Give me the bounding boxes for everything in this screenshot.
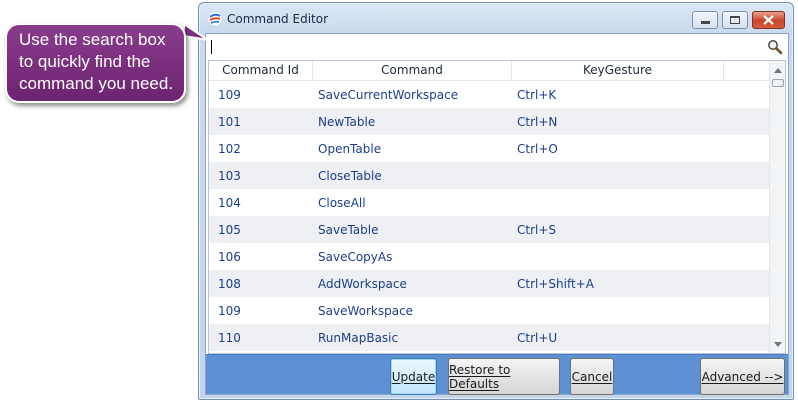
maximize-icon — [730, 16, 740, 24]
table-row[interactable]: 102 OpenTable Ctrl+O — [209, 135, 769, 162]
command-name-cell: AddWorkspace — [318, 276, 407, 291]
table-row[interactable]: 103 CloseTable — [209, 162, 769, 189]
table-row[interactable]: 101 NewTable Ctrl+N — [209, 108, 769, 135]
column-header-keygesture[interactable]: KeyGesture — [512, 61, 724, 81]
cancel-button[interactable]: Cancel — [570, 358, 614, 395]
command-name-cell: SaveTable — [318, 222, 379, 237]
update-button-label: Update — [391, 369, 436, 384]
command-name-cell: SaveWorkspace — [318, 303, 414, 318]
key-gesture-cell[interactable]: Ctrl+U — [512, 331, 724, 345]
command-id-cell: 103 — [218, 168, 241, 183]
command-id-cell: 110 — [218, 330, 241, 345]
table-row[interactable]: 105 SaveTable Ctrl+S — [209, 216, 769, 243]
commands-table: Command Id Command KeyGesture 109 SaveCu… — [208, 60, 786, 354]
command-id-cell: 106 — [218, 249, 241, 264]
key-gesture-cell[interactable]: Ctrl+K — [512, 88, 724, 102]
command-name-cell: SaveCurrentWorkspace — [318, 87, 459, 102]
callout-pointer — [184, 23, 209, 41]
command-id-cell: 109 — [218, 87, 241, 102]
table-row[interactable]: 106 SaveCopyAs — [209, 243, 769, 270]
command-id-cell: 108 — [218, 276, 241, 291]
command-editor-window: Command Editor Command Id Command KeyGes… — [198, 2, 794, 400]
advanced-button[interactable]: Advanced --> — [700, 358, 785, 395]
minimize-button[interactable] — [692, 11, 718, 29]
column-header-command-id[interactable]: Command Id — [209, 61, 313, 81]
table-row[interactable]: 110 RunMapBasic Ctrl+U — [209, 324, 769, 351]
table-row[interactable]: 109 SaveCurrentWorkspace Ctrl+K — [209, 81, 769, 108]
close-icon — [763, 15, 774, 25]
cancel-button-label: Cancel — [571, 369, 613, 384]
key-gesture-cell[interactable]: Ctrl+O — [512, 142, 724, 156]
close-button[interactable] — [752, 11, 785, 29]
command-name-cell: SaveCopyAs — [318, 249, 393, 264]
command-id-cell: 101 — [218, 114, 241, 129]
maximize-button[interactable] — [722, 11, 748, 29]
restore-defaults-button-label: Restore to Defaults — [449, 362, 511, 391]
scroll-down-arrow-icon[interactable] — [774, 342, 782, 347]
command-name-cell: NewTable — [318, 114, 376, 129]
scroll-up-arrow-icon[interactable] — [774, 68, 782, 73]
table-header: Command Id Command KeyGesture — [209, 61, 769, 81]
scrollbar-thumb[interactable] — [772, 79, 784, 87]
table-row[interactable]: 104 CloseAll — [209, 189, 769, 216]
vertical-scrollbar[interactable] — [769, 61, 785, 353]
column-header-command[interactable]: Command — [313, 61, 512, 81]
command-name-cell: RunMapBasic — [318, 330, 399, 345]
callout-text-line: Use the search box — [19, 30, 166, 49]
command-id-cell: 109 — [218, 303, 241, 318]
table-row[interactable]: 108 AddWorkspace Ctrl+Shift+A — [209, 270, 769, 297]
command-name-cell: CloseAll — [318, 195, 366, 210]
command-id-cell: 104 — [218, 195, 241, 210]
button-bar: Update Restore to Defaults Cancel Advanc… — [206, 354, 788, 395]
callout-text-line: command you need. — [19, 74, 174, 93]
key-gesture-cell[interactable]: Ctrl+Shift+A — [512, 277, 724, 291]
table-row[interactable]: 109 SaveWorkspace — [209, 297, 769, 324]
key-gesture-cell[interactable]: Ctrl+N — [512, 115, 724, 129]
command-name-cell: OpenTable — [318, 141, 382, 156]
update-button[interactable]: Update — [390, 358, 437, 395]
minimize-icon — [700, 21, 710, 24]
title-bar[interactable]: Command Editor — [199, 3, 793, 33]
search-bar — [206, 34, 788, 60]
key-gesture-cell[interactable]: Ctrl+S — [512, 223, 724, 237]
window-title: Command Editor — [227, 12, 329, 26]
command-id-cell: 105 — [218, 222, 241, 237]
command-id-cell: 102 — [218, 141, 241, 156]
command-name-cell: CloseTable — [318, 168, 382, 183]
search-tip-callout: Use the search box to quickly find the c… — [5, 23, 186, 103]
restore-defaults-button[interactable]: Restore to Defaults — [448, 358, 560, 395]
search-icon[interactable] — [767, 39, 783, 55]
table-body: 109 SaveCurrentWorkspace Ctrl+K 101 NewT… — [209, 81, 769, 351]
callout-text-line: to quickly find the — [19, 52, 151, 71]
search-input[interactable] — [210, 38, 760, 56]
editor-client-area: Command Id Command KeyGesture 109 SaveCu… — [205, 33, 789, 395]
column-header-filler — [724, 61, 769, 81]
advanced-button-label: Advanced --> — [701, 369, 784, 384]
